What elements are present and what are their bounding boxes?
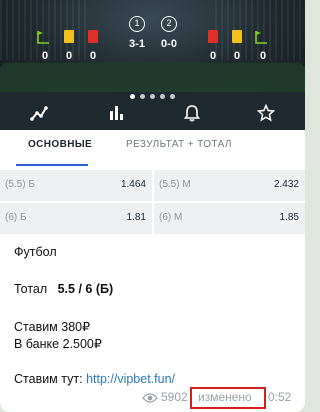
tab-main[interactable]: ОСНОВНЫЕ	[16, 130, 92, 166]
home-yellow-cards: 0	[65, 50, 73, 62]
vipbet-link[interactable]: http://vipbet.fun/	[86, 372, 175, 386]
star-icon[interactable]	[257, 104, 275, 122]
odd-value: 1.464	[120, 179, 146, 190]
period-1-score: 3-1	[129, 38, 145, 50]
home-red-cards: 0	[89, 50, 97, 62]
pitch-turf	[0, 62, 305, 92]
red-card-icon	[88, 30, 98, 43]
carousel-dot[interactable]	[160, 94, 165, 99]
yellow-card-icon	[64, 30, 74, 43]
eye-icon	[142, 393, 158, 403]
bet-prefix: Ставим тут:	[14, 372, 83, 386]
corner-flag-icon	[255, 31, 267, 44]
total-prefix: Тотал	[14, 282, 48, 296]
message-time: 0:52	[268, 390, 292, 404]
odd-over-6[interactable]: (6) Б 1.81	[0, 203, 152, 233]
carousel-dot[interactable]	[150, 94, 155, 99]
total-value: 5.5 / 6 (Б)	[57, 282, 114, 296]
bar-chart-icon[interactable]	[107, 104, 125, 122]
home-corners: 0	[41, 50, 49, 62]
odd-under-6[interactable]: (6) М 1.85	[154, 203, 305, 233]
edited-highlight-box	[190, 387, 266, 409]
period-2-score: 0-0	[161, 38, 177, 50]
trend-icon[interactable]	[30, 104, 48, 122]
odd-value: 1.85	[279, 212, 299, 223]
yellow-card-icon	[232, 30, 242, 43]
message-bank: В банке 2.500₽	[14, 337, 102, 351]
message-total-line: Тотал 5.5 / 6 (Б)	[14, 282, 113, 296]
message-stake: Ставим 380₽	[14, 320, 91, 334]
carousel-dot[interactable]	[170, 94, 175, 99]
odd-label: (6) Б	[5, 212, 27, 223]
odd-under-5-5[interactable]: (5.5) М 2.432	[154, 170, 305, 200]
odd-value: 1.81	[126, 212, 146, 223]
period-1-timer-icon: 1	[129, 16, 145, 32]
carousel-dots	[0, 94, 305, 100]
carousel-dot[interactable]	[140, 94, 145, 99]
odd-value: 2.432	[273, 179, 299, 190]
bell-icon[interactable]	[183, 104, 201, 122]
view-count: 5902	[161, 390, 188, 404]
odd-over-5-5[interactable]: (5.5) Б 1.464	[0, 170, 152, 200]
away-corners: 0	[259, 50, 267, 62]
away-red-cards: 0	[209, 50, 217, 62]
period-2-timer-icon: 2	[161, 16, 177, 32]
odd-label: (6) М	[159, 212, 183, 223]
corner-flag-icon	[37, 31, 49, 44]
match-scoreboard: 0 0 0 1 2 3-1 0-0 0 0 0	[0, 0, 305, 92]
odd-label: (5.5) Б	[5, 179, 35, 190]
tab-result-total[interactable]: РЕЗУЛЬТАТ + ТОТАЛ	[126, 130, 232, 166]
odds-divider	[0, 201, 305, 203]
away-yellow-cards: 0	[233, 50, 241, 62]
red-card-icon	[208, 30, 218, 43]
message-bet-line: Ставим тут: http://vipbet.fun/	[14, 372, 175, 386]
carousel-dot[interactable]	[130, 94, 135, 99]
market-tabs: ОСНОВНЫЕ РЕЗУЛЬТАТ + ТОТАЛ	[0, 130, 305, 168]
message-bubble: 0 0 0 1 2 3-1 0-0 0 0 0 ОСНОВНЫЕ РЕЗУЛЬТ…	[0, 0, 305, 412]
message-sport: Футбол	[14, 245, 57, 259]
odd-label: (5.5) М	[159, 179, 191, 190]
